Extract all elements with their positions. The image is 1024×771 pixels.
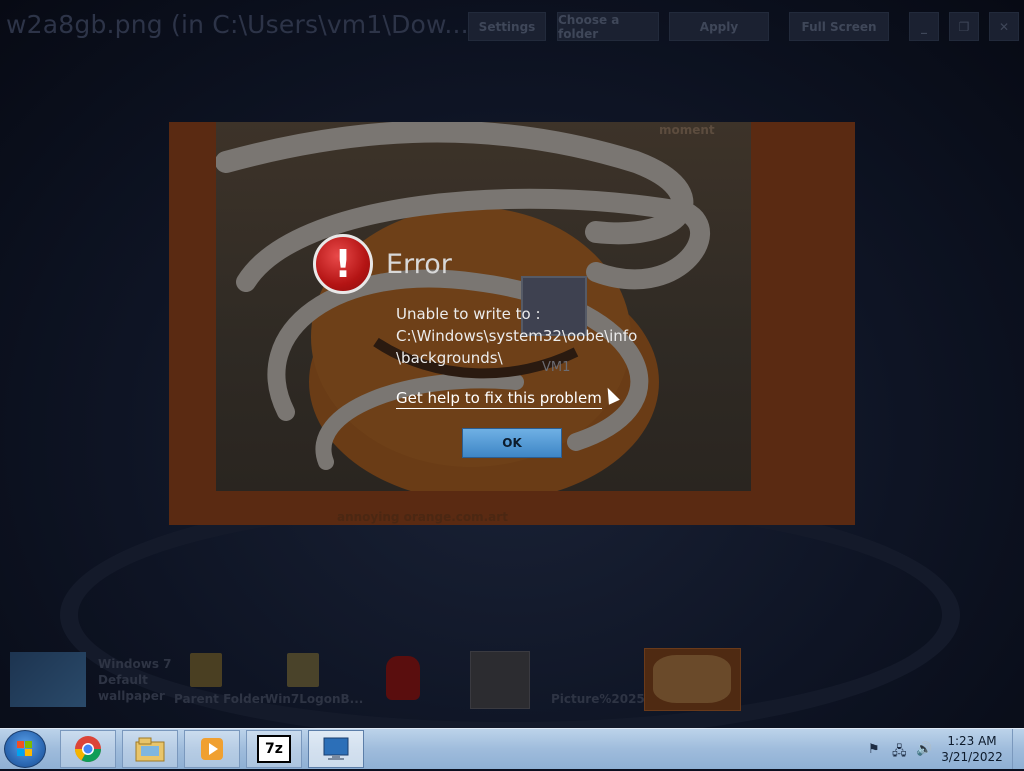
get-help-link[interactable]: Get help to fix this problem [396, 389, 602, 409]
action-center-flag-icon[interactable]: ⚑ [868, 742, 880, 757]
full-screen-button[interactable]: Full Screen [789, 12, 889, 41]
error-title: Error [386, 249, 452, 280]
7zip-icon: 7z [257, 735, 291, 763]
preview-bottom-caption: annoying orange.com.art [337, 510, 508, 524]
computer-icon [323, 737, 349, 760]
thumb-label-default-wallpaper: Windows 7 Default wallpaper [98, 657, 172, 703]
folder-icon[interactable] [287, 653, 319, 687]
folder-up-icon[interactable] [190, 653, 222, 687]
minimize-button[interactable]: _ [909, 12, 939, 41]
error-icon: ! [313, 234, 373, 294]
settings-button[interactable]: Settings [468, 12, 546, 41]
choose-folder-button[interactable]: Choose a folder [557, 12, 659, 41]
media-player-icon [201, 738, 223, 760]
taskbar-media-player[interactable] [184, 730, 240, 768]
clock-time: 1:23 AM [947, 734, 997, 748]
taskbar-computer[interactable] [308, 730, 364, 768]
taskbar-explorer[interactable] [122, 730, 178, 768]
start-button[interactable] [4, 730, 46, 768]
taskbar-clock[interactable]: 1:23 AM 3/21/2022 [940, 733, 1004, 765]
show-desktop-button[interactable] [1012, 729, 1024, 769]
error-message: Unable to write to : C:\Windows\system32… [396, 305, 638, 367]
preview-top-caption: moment [659, 123, 715, 137]
network-icon[interactable]: 🖧 [892, 742, 907, 764]
close-button[interactable]: ✕ [989, 12, 1019, 41]
window-title: w2a8gb.png (in C:\Users\vm1\Dow... [6, 10, 469, 39]
taskbar-chrome[interactable] [60, 730, 116, 768]
clock-date: 3/21/2022 [941, 750, 1003, 764]
thumb-label-picture: Picture%2025... [551, 692, 659, 706]
thumb-label-parent-folder: Parent Folder [174, 692, 266, 706]
taskbar-7zip[interactable]: 7z [246, 730, 302, 768]
volume-icon[interactable]: 🔊 [916, 742, 932, 757]
ok-button[interactable]: OK [462, 428, 562, 458]
among-us-icon[interactable] [386, 656, 420, 700]
thumb-label-win7logon: Win7LogonB... [265, 692, 364, 706]
taskbar: 7z ⚑ 🖧 🔊 [0, 728, 1024, 769]
restore-button[interactable]: ❐ [949, 12, 979, 41]
chrome-icon [74, 736, 102, 763]
selected-orange-thumb[interactable] [644, 648, 741, 711]
apply-button[interactable]: Apply [669, 12, 769, 41]
sprite-sheet-thumb[interactable] [470, 651, 530, 709]
explorer-icon [135, 737, 165, 762]
windows-logo-icon [17, 741, 32, 756]
wallpaper-thumb[interactable] [10, 652, 86, 707]
